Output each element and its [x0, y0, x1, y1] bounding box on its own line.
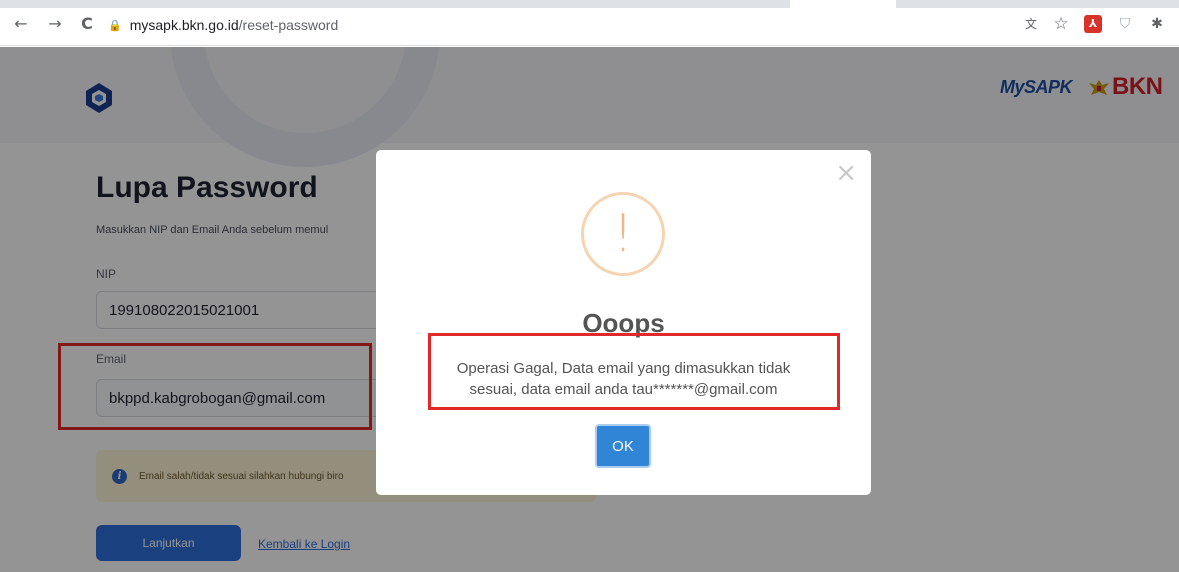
tab-strip: [0, 0, 1179, 8]
address-bar[interactable]: 🔒 mysapk.bkn.go.id/reset-password: [108, 13, 980, 37]
forward-icon[interactable]: →: [46, 15, 64, 33]
error-dialog: × ! Ooops Operasi Gagal, Data email yang…: [376, 150, 871, 495]
lock-icon[interactable]: 🔒: [108, 19, 122, 32]
shield-extension-icon[interactable]: ⛉: [1116, 15, 1134, 33]
translate-icon[interactable]: 文: [1022, 15, 1040, 33]
reload-icon[interactable]: C: [78, 15, 96, 33]
bookmark-star-icon[interactable]: ☆: [1052, 15, 1070, 33]
message-highlight-box: [428, 333, 840, 410]
browser-toolbar: ← → C 🔒 mysapk.bkn.go.id/reset-password …: [0, 0, 1179, 46]
warning-icon: !: [581, 192, 665, 276]
url-host[interactable]: mysapk.bkn.go.id: [130, 17, 239, 33]
close-icon[interactable]: ×: [835, 160, 857, 186]
back-icon[interactable]: ←: [12, 15, 30, 33]
ok-button[interactable]: OK: [595, 424, 651, 468]
extensions-puzzle-icon[interactable]: ✱: [1148, 15, 1166, 33]
url-path[interactable]: /reset-password: [239, 17, 339, 33]
pdf-extension-icon[interactable]: ⅄: [1084, 15, 1102, 33]
